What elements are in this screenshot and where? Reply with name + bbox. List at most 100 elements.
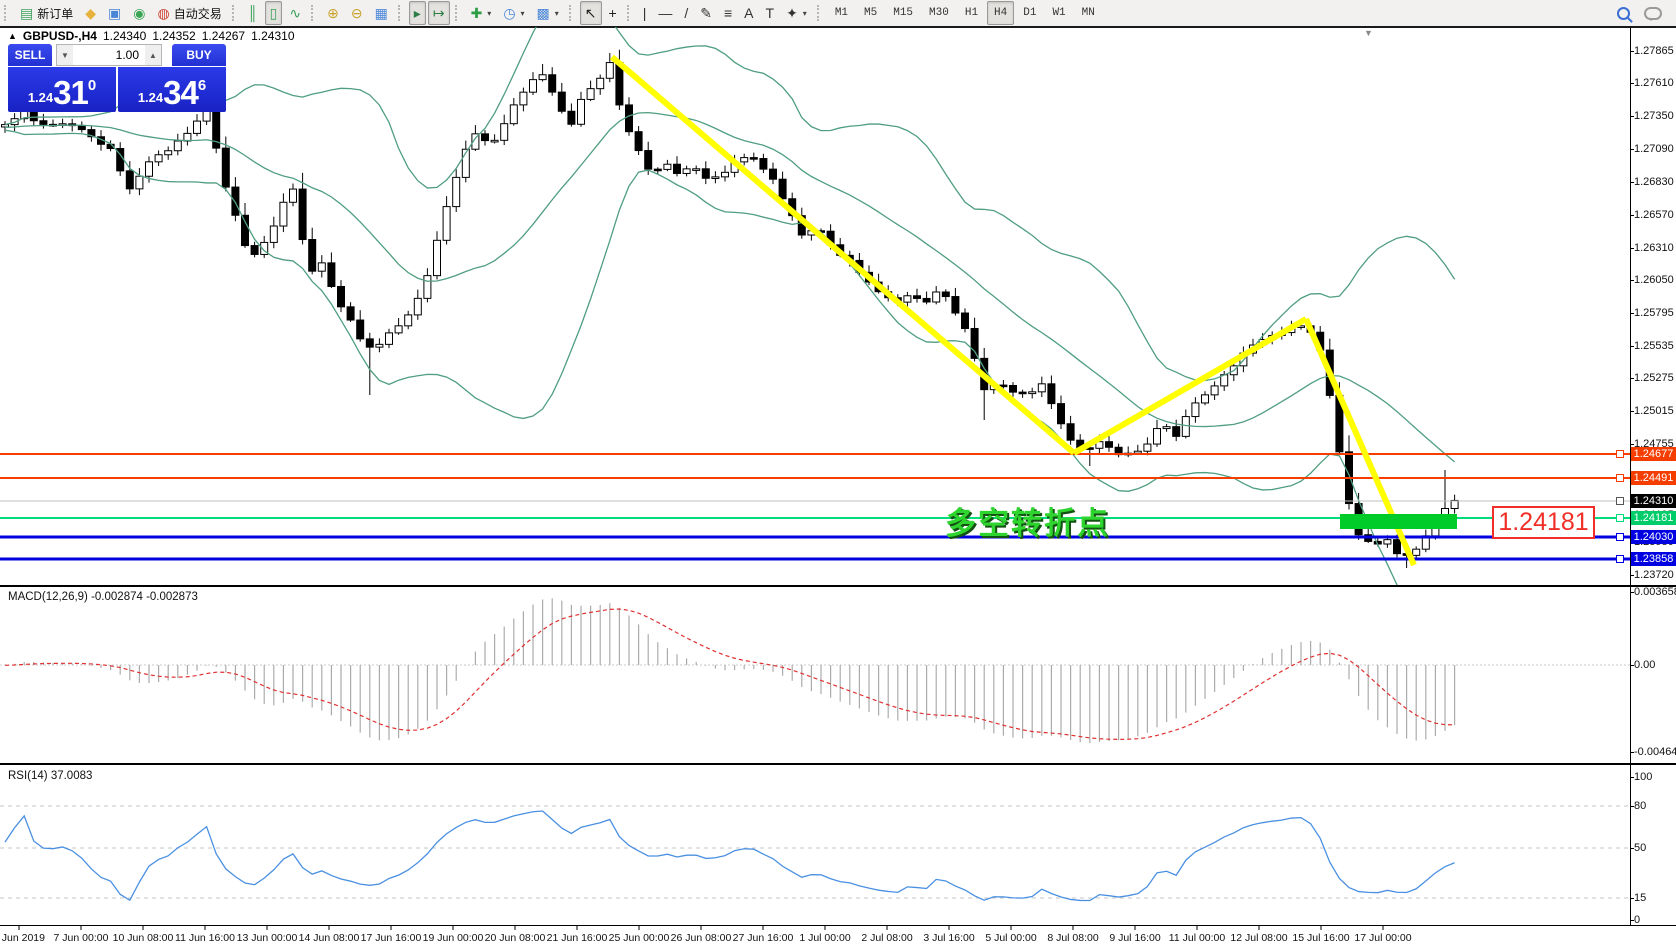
- time-axis-label[interactable]: 21 Jun 16:00: [547, 932, 608, 944]
- time-axis-label[interactable]: 27 Jun 16:00: [733, 932, 794, 944]
- templates-button[interactable]: ▩▾: [532, 1, 564, 25]
- strategy-tester-button[interactable]: ◉: [128, 1, 150, 25]
- zoom-out-button[interactable]: ⊖: [346, 1, 368, 25]
- templates-icon: ▩: [537, 6, 550, 20]
- candlestick-chart-button[interactable]: ▯: [265, 1, 283, 25]
- ohlc-open: 1.24340: [103, 29, 146, 43]
- rsi-tick-label: 50: [1634, 842, 1646, 854]
- time-axis-label[interactable]: 10 Jun 08:00: [113, 932, 174, 944]
- text-icon: A: [744, 6, 753, 20]
- timeframe-mn-button[interactable]: MN: [1075, 1, 1102, 25]
- autotrading-button[interactable]: ◍自动交易: [152, 1, 226, 25]
- buy-price-pip: 6: [198, 77, 206, 94]
- trendline-button[interactable]: /: [679, 1, 693, 25]
- rsi-pane-canvas[interactable]: [0, 765, 1630, 925]
- time-axis-label[interactable]: 20 Jun 08:00: [485, 932, 546, 944]
- text-button[interactable]: A: [739, 1, 758, 25]
- buy-price-display[interactable]: 1.24346: [118, 67, 226, 112]
- bar-chart-button[interactable]: ║: [243, 1, 263, 25]
- time-axis-label[interactable]: 17 Jun 16:00: [361, 932, 422, 944]
- timeframe-h4-button[interactable]: H4: [987, 1, 1014, 25]
- price-tag-annotation[interactable]: 1.24181: [1492, 506, 1595, 539]
- sell-button[interactable]: SELL: [8, 44, 52, 66]
- hline-drag-handle[interactable]: [1616, 474, 1624, 482]
- horizontal-line-button[interactable]: —: [653, 1, 677, 25]
- time-axis-label[interactable]: 5 Jun 2019: [0, 932, 45, 944]
- time-axis-label[interactable]: 13 Jun 00:00: [237, 932, 298, 944]
- crosshair-button[interactable]: +: [604, 1, 622, 25]
- timeframe-m5-button[interactable]: M5: [857, 1, 884, 25]
- timeframe-m15-button[interactable]: M15: [886, 1, 920, 25]
- terminal-button[interactable]: ▣: [103, 1, 126, 25]
- timeframe-m1-button[interactable]: M1: [828, 1, 855, 25]
- templates-dropdown-icon[interactable]: ▾: [555, 9, 559, 18]
- line-chart-icon: ∿: [289, 6, 301, 20]
- periods-button[interactable]: ◷▾: [498, 1, 529, 25]
- time-axis-label[interactable]: 17 Jul 00:00: [1354, 932, 1411, 944]
- equidistant-channel-button[interactable]: ✎: [695, 1, 717, 25]
- time-axis-label[interactable]: 15 Jul 16:00: [1292, 932, 1349, 944]
- autotrading-icon: ◍: [157, 6, 169, 20]
- cursor-button[interactable]: ↖: [580, 1, 602, 25]
- turning-point-annotation[interactable]: 多空转折点: [945, 498, 1110, 543]
- time-axis-label[interactable]: 2 Jul 08:00: [861, 932, 912, 944]
- time-axis-label[interactable]: 5 Jul 00:00: [985, 932, 1036, 944]
- timeframe-m30-button[interactable]: M30: [922, 1, 956, 25]
- time-axis-label[interactable]: 3 Jul 16:00: [923, 932, 974, 944]
- time-axis-label[interactable]: 9 Jul 16:00: [1109, 932, 1160, 944]
- periods-dropdown-icon[interactable]: ▾: [521, 9, 525, 18]
- new-order-button[interactable]: ▤新订单: [15, 1, 78, 25]
- time-axis-label[interactable]: 25 Jun 00:00: [609, 932, 670, 944]
- vertical-line-button[interactable]: |: [638, 1, 652, 25]
- line-chart-button[interactable]: ∿: [284, 1, 306, 25]
- time-axis-label[interactable]: 1 Jul 00:00: [799, 932, 850, 944]
- tile-windows-button[interactable]: ▦: [370, 1, 393, 25]
- price-tick-label: 1.25535: [1634, 340, 1674, 352]
- time-tick-mark: [763, 926, 764, 930]
- time-axis-label[interactable]: 8 Jul 08:00: [1047, 932, 1098, 944]
- time-tick-mark: [81, 926, 82, 930]
- zoom-in-button[interactable]: ⊕: [322, 1, 344, 25]
- toolbar-group-grip: [627, 5, 632, 21]
- chat-icon[interactable]: [1644, 7, 1662, 20]
- time-axis-label[interactable]: 14 Jun 08:00: [299, 932, 360, 944]
- sell-price-display[interactable]: 1.24310: [8, 67, 116, 112]
- volume-input[interactable]: 1.00: [73, 48, 145, 62]
- hline-drag-handle[interactable]: [1616, 497, 1624, 505]
- auto-scroll-button[interactable]: ▸: [409, 1, 426, 25]
- collapse-panel-icon[interactable]: ▲: [8, 31, 17, 41]
- volume-decrease-button[interactable]: ▼: [57, 45, 73, 65]
- time-axis-label[interactable]: 11 Jul 00:00: [1169, 932, 1225, 944]
- hline-drag-handle[interactable]: [1616, 514, 1624, 522]
- hline-drag-handle[interactable]: [1616, 450, 1624, 458]
- search-icon[interactable]: [1617, 7, 1630, 20]
- ohlc-low: 1.24267: [202, 29, 245, 43]
- hline-drag-handle[interactable]: [1616, 533, 1624, 541]
- time-tick-mark: [143, 926, 144, 930]
- volume-increase-button[interactable]: ▲: [145, 45, 161, 65]
- time-axis-label[interactable]: 19 Jun 00:00: [423, 932, 484, 944]
- time-axis-label[interactable]: 11 Jun 16:00: [175, 932, 235, 944]
- time-tick-mark: [1259, 926, 1260, 930]
- main-chart-canvas[interactable]: [0, 27, 1630, 585]
- time-axis-label[interactable]: 12 Jul 08:00: [1230, 932, 1287, 944]
- arrows-dropdown-icon[interactable]: ▾: [803, 9, 807, 18]
- timeframe-w1-button[interactable]: W1: [1045, 1, 1072, 25]
- indicators-button[interactable]: ✚▾: [466, 1, 497, 25]
- time-axis-label[interactable]: 26 Jun 08:00: [671, 932, 732, 944]
- buy-button[interactable]: BUY: [172, 44, 226, 66]
- arrows-button[interactable]: ✦▾: [781, 1, 812, 25]
- ohlc-high: 1.24352: [152, 29, 195, 43]
- time-axis-label[interactable]: 7 Jun 00:00: [54, 932, 109, 944]
- scroll-position-marker[interactable]: ▼: [1364, 28, 1373, 38]
- hline-drag-handle[interactable]: [1616, 555, 1624, 563]
- timeframe-h1-button[interactable]: H1: [958, 1, 985, 25]
- macd-pane-canvas[interactable]: [0, 587, 1630, 763]
- metaeditor-button[interactable]: ◆: [80, 1, 101, 25]
- indicators-dropdown-icon[interactable]: ▾: [487, 9, 491, 18]
- timeframe-d1-button[interactable]: D1: [1016, 1, 1043, 25]
- chart-shift-button[interactable]: ↦: [428, 1, 450, 25]
- text-label-button[interactable]: T: [761, 1, 780, 25]
- chart-title: ▲ GBPUSD-,H4 1.24340 1.24352 1.24267 1.2…: [8, 29, 295, 43]
- fibonacci-button[interactable]: ≡: [719, 1, 737, 25]
